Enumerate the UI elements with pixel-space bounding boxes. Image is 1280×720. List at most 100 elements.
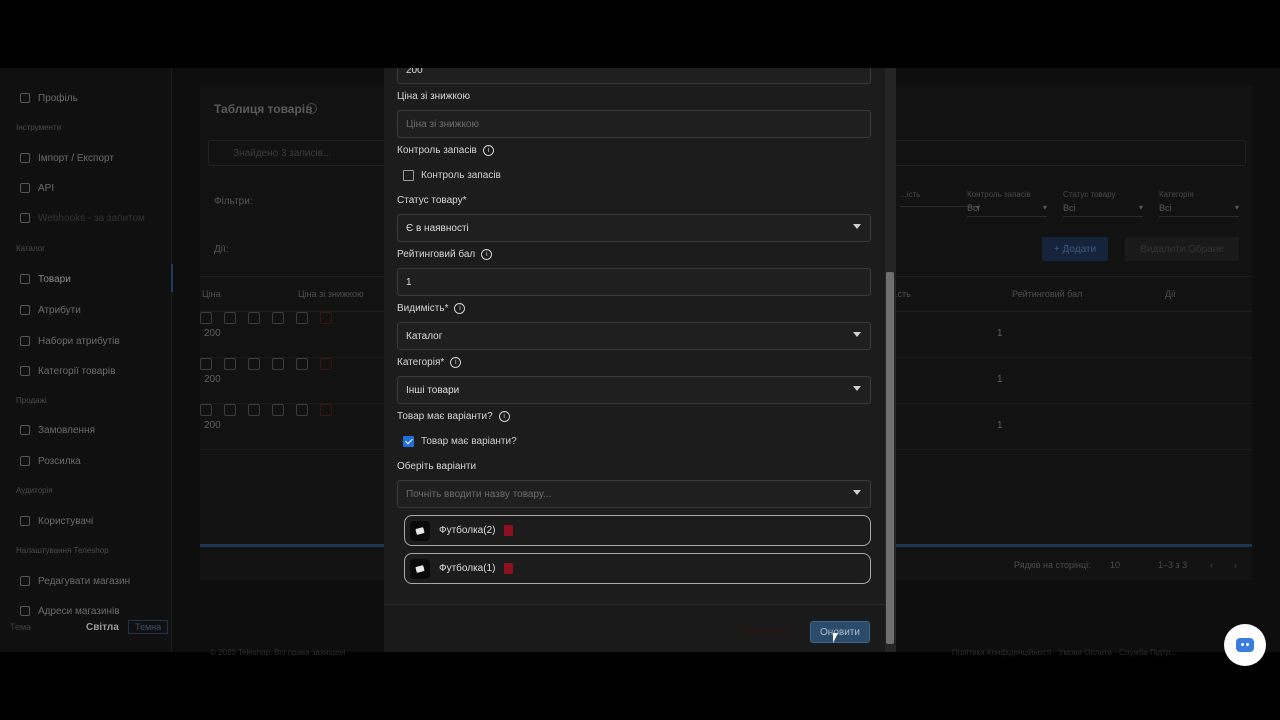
send-icon[interactable] [200, 312, 212, 324]
chat-button[interactable] [1224, 624, 1266, 666]
stock-control-checkbox-row[interactable]: Контроль запасів [403, 170, 501, 181]
theme-dark-option[interactable]: Темна [128, 620, 169, 634]
api-icon [20, 183, 30, 193]
drag-icon[interactable] [272, 312, 284, 324]
visibility-select[interactable]: Каталог [397, 322, 871, 350]
sidebar-item-attribute-sets[interactable]: Набори атрибутів [20, 333, 120, 349]
info-icon[interactable]: i [481, 249, 493, 260]
info-icon[interactable]: i [450, 357, 462, 368]
has-variants-checkbox-row[interactable]: Товар має варіанти? [403, 436, 517, 447]
filter-value: Всі [1159, 203, 1239, 217]
send-icon[interactable] [200, 404, 212, 416]
sidebar-item-categories[interactable]: Категорії товарів [20, 363, 115, 379]
prev-page-icon[interactable]: ‹ [1210, 560, 1213, 570]
discount-price-input[interactable]: Ціна зі знижкою [397, 110, 871, 138]
sidebar-item-api[interactable]: API [20, 180, 54, 196]
filter-value: Всі [967, 203, 1047, 217]
has-variants-label-text: Товар має варіанти? [397, 411, 493, 422]
status-select[interactable]: Є в наявності [397, 214, 871, 242]
filter-stock-control[interactable]: Контроль запасів Всі [967, 190, 1047, 217]
delete-icon[interactable] [320, 404, 332, 416]
document-icon[interactable] [296, 404, 308, 416]
sidebar-item-webhooks[interactable]: Webhooks - за запитом [20, 210, 145, 226]
delete-selected-button[interactable]: Видалити Обране [1125, 237, 1239, 261]
category-select[interactable]: Інші товари [397, 376, 871, 404]
visibility-label: Видимість* i [397, 303, 466, 314]
sidebar-item-profile[interactable]: Профіль [20, 90, 78, 106]
variant-name: Футболка(2) [439, 525, 496, 536]
theme-label: Тема [10, 622, 32, 632]
sidebar-section-sales: Продажі [16, 396, 47, 405]
trash-icon[interactable] [504, 525, 514, 536]
drag-icon[interactable] [272, 358, 284, 370]
info-icon[interactable]: i [498, 411, 510, 422]
theme-light-option[interactable]: Світла [86, 622, 122, 633]
next-page-icon[interactable]: › [1234, 560, 1237, 570]
stock-control-checkbox[interactable] [403, 170, 414, 181]
sidebar-item-mailing[interactable]: Розсилка [20, 453, 81, 469]
sidebar-item-products[interactable]: Товари [20, 271, 71, 287]
category-label: Категорія* i [397, 357, 462, 368]
stock-control-label: Контроль запасів i [397, 145, 494, 156]
drag-icon[interactable] [272, 404, 284, 416]
has-variants-label: Товар має варіанти? i [397, 411, 510, 422]
sidebar-item-label: Розсилка [38, 455, 81, 467]
variants-placeholder: Почніть вводити назву товару... [406, 489, 552, 500]
category-label-text: Категорія* [397, 357, 445, 368]
import-icon [20, 153, 30, 163]
sidebar: Профіль Інструменти Імпорт / Експорт API… [0, 68, 172, 652]
variant-chip[interactable]: Футболка(1) [404, 553, 871, 584]
sidebar-item-users[interactable]: Користувачі [20, 513, 93, 529]
webhook-icon [20, 213, 30, 223]
sidebar-item-edit-store[interactable]: Редагувати магазин [20, 573, 130, 589]
edit-icon[interactable] [224, 312, 236, 324]
filter-status[interactable]: Статус товару Всі [1063, 190, 1143, 217]
cell-price: 200 [204, 328, 221, 339]
status-label: Статус товару* [397, 195, 467, 206]
info-icon[interactable] [306, 103, 317, 114]
delete-icon[interactable] [320, 358, 332, 370]
variants-autocomplete[interactable]: Почніть вводити назву товару... [397, 480, 871, 508]
sidebar-item-label: Профіль [38, 92, 78, 104]
copy-icon[interactable] [248, 404, 260, 416]
filter-label: ...ість [900, 190, 921, 199]
copy-icon[interactable] [248, 312, 260, 324]
chevron-down-icon [853, 224, 861, 229]
sidebar-item-orders[interactable]: Замовлення [20, 422, 95, 438]
info-icon[interactable]: i [454, 303, 466, 314]
filter-category[interactable]: Категорія Всі [1159, 190, 1239, 217]
rows-per-page-select[interactable]: 10 [1110, 560, 1120, 570]
send-icon[interactable] [200, 358, 212, 370]
edit-icon [20, 576, 30, 586]
price-input[interactable]: 200 [397, 68, 871, 84]
sidebar-item-import-export[interactable]: Імпорт / Експорт [20, 150, 114, 166]
page-title: Таблиця товарів [214, 102, 313, 116]
trash-icon[interactable] [504, 563, 514, 574]
update-button[interactable]: Оновити [810, 621, 870, 643]
document-icon[interactable] [296, 312, 308, 324]
delete-icon[interactable] [320, 312, 332, 324]
edit-icon[interactable] [224, 404, 236, 416]
add-button[interactable]: + Додати [1042, 237, 1108, 261]
sidebar-item-store-addresses[interactable]: Адреси магазинів [20, 603, 120, 619]
variant-chip[interactable]: Футболка(2) [404, 515, 871, 546]
user-icon [20, 93, 30, 103]
cell-rating: 1 [997, 374, 1003, 385]
discount-price-label: Ціна зі знижкою [397, 91, 470, 102]
sidebar-item-attributes[interactable]: Атрибути [20, 302, 81, 318]
edit-icon[interactable] [224, 358, 236, 370]
cell-rating: 1 [997, 328, 1003, 339]
info-icon[interactable]: i [482, 145, 494, 156]
cell-price: 200 [204, 374, 221, 385]
sidebar-section-settings: Налаштування Телеshop [16, 546, 109, 555]
modal-scrollbar-thumb[interactable] [886, 272, 894, 644]
copy-icon[interactable] [248, 358, 260, 370]
discount-label-text: Ціна зі знижкою [397, 91, 470, 102]
footer-links[interactable]: Політика Конфіденційності · Умови Оплати… [952, 648, 1177, 657]
status-value: Є в наявності [406, 223, 469, 234]
has-variants-checkbox[interactable] [403, 436, 414, 447]
cancel-button[interactable]: Скасувати [744, 625, 787, 635]
rating-input[interactable]: 1 [397, 268, 871, 296]
mail-icon [20, 456, 30, 466]
document-icon[interactable] [296, 358, 308, 370]
